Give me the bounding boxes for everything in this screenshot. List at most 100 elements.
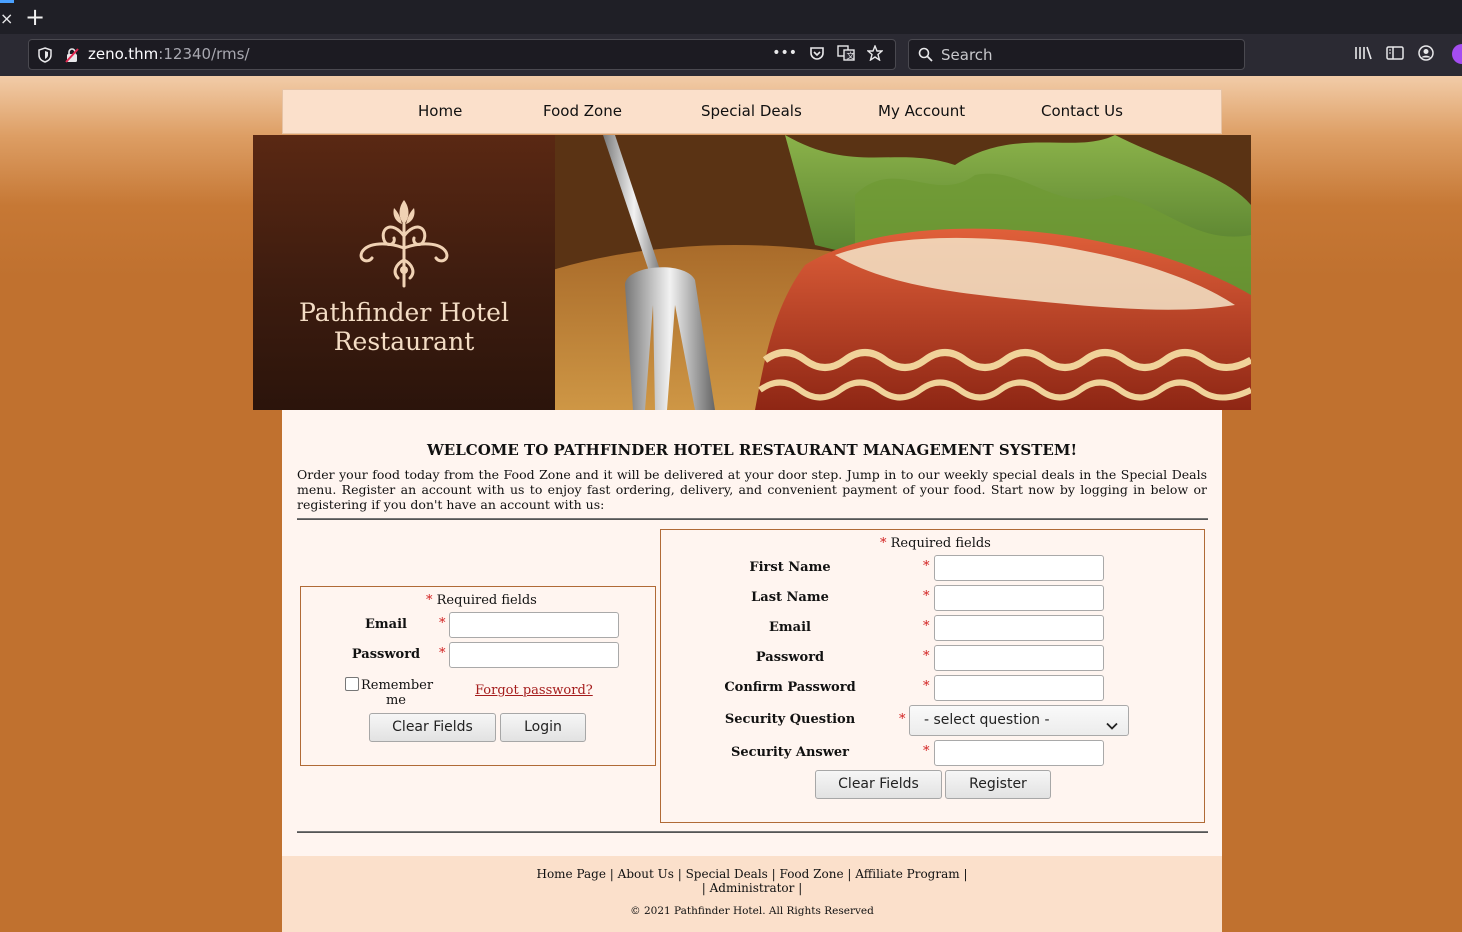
security-question-select[interactable]: - select question - xyxy=(909,705,1129,736)
login-email-label: Email xyxy=(365,617,407,632)
footer-link-administrator[interactable]: Administrator xyxy=(710,881,795,895)
last-name-star: * xyxy=(923,589,930,604)
confirm-password-star: * xyxy=(923,679,930,694)
bookmark-star-icon[interactable] xyxy=(866,44,884,65)
login-required-note: * Required fields xyxy=(426,593,537,608)
remember-me-checkbox[interactable] xyxy=(345,677,359,691)
first-name-input[interactable] xyxy=(934,555,1104,581)
register-required-note: * Required fields xyxy=(880,536,991,551)
footer-link-about-us[interactable]: About Us xyxy=(618,867,674,881)
footer-links: Home Page | About Us | Special Deals | F… xyxy=(282,867,1222,895)
brand-panel: Pathfinder Hotel Restaurant xyxy=(253,135,555,410)
url-path: :12340/rms/ xyxy=(158,45,250,63)
remember-me-label: Remember me xyxy=(361,678,434,708)
forgot-password-link[interactable]: Forgot password? xyxy=(475,683,593,698)
security-answer-label: Security Answer xyxy=(730,745,850,760)
security-question-value: - select question - xyxy=(924,712,1050,728)
security-answer-star: * xyxy=(923,744,930,759)
login-password-star: * xyxy=(439,646,446,661)
tracking-shield-icon[interactable] xyxy=(38,47,52,67)
sidebar-toggle-icon[interactable] xyxy=(1386,45,1404,65)
footer-separator: | xyxy=(701,881,706,895)
footer-separator: | xyxy=(963,867,968,881)
divider-top xyxy=(297,518,1208,520)
translate-icon[interactable]: 文 xyxy=(837,45,855,65)
login-clear-fields-button[interactable]: Clear Fields xyxy=(369,713,496,742)
library-icon[interactable] xyxy=(1354,45,1372,65)
lasagna-photo xyxy=(555,135,1251,410)
footer-separator: | xyxy=(771,867,776,881)
address-bar[interactable]: zeno.thm:12340/rms/ ••• 文 xyxy=(28,39,896,70)
register-form: * Required fields First Name * Last Name… xyxy=(660,529,1205,823)
extension-icon[interactable] xyxy=(1452,44,1462,64)
brand-name-line1: Pathfinder Hotel xyxy=(299,298,509,327)
confirm-password-input[interactable] xyxy=(934,675,1104,701)
login-required-text: Required fields xyxy=(436,593,537,608)
login-password-label: Password xyxy=(351,647,421,662)
toolbar-icons xyxy=(1354,45,1434,65)
url-host: zeno.thm xyxy=(88,45,159,63)
site-nav: Home Food Zone Special Deals My Account … xyxy=(282,89,1222,134)
browser-toolbar: zeno.thm:12340/rms/ ••• 文 xyxy=(0,34,1462,76)
footer-link-food-zone[interactable]: Food Zone xyxy=(780,867,844,881)
footer-separator: | xyxy=(847,867,852,881)
account-icon[interactable] xyxy=(1418,45,1434,65)
register-password-label: Password xyxy=(755,650,825,665)
new-tab-button[interactable]: + xyxy=(25,3,45,31)
login-email-input[interactable] xyxy=(449,612,619,638)
register-clear-fields-button[interactable]: Clear Fields xyxy=(815,770,942,799)
login-password-input[interactable] xyxy=(449,642,619,668)
first-name-label: First Name xyxy=(749,560,831,575)
browser-tab-bar: × + xyxy=(0,0,1462,34)
required-star: * xyxy=(426,593,433,608)
pocket-icon[interactable] xyxy=(809,45,825,65)
search-input[interactable] xyxy=(939,43,1233,67)
last-name-label: Last Name xyxy=(751,590,829,605)
url-actions: ••• 文 xyxy=(772,44,884,65)
register-password-star: * xyxy=(923,649,930,664)
footer-separator: | xyxy=(609,867,614,881)
svg-text:文: 文 xyxy=(847,51,855,61)
search-icon xyxy=(918,47,933,66)
register-email-star: * xyxy=(923,619,930,634)
divider-bottom xyxy=(297,831,1208,833)
brand-name: Pathfinder Hotel Restaurant xyxy=(253,298,555,356)
footer-link-special-deals[interactable]: Special Deals xyxy=(686,867,768,881)
intro-text: Order your food today from the Food Zone… xyxy=(297,467,1207,512)
first-name-star: * xyxy=(923,559,930,574)
register-password-input[interactable] xyxy=(934,645,1104,671)
footer-separator: | xyxy=(798,881,803,895)
last-name-input[interactable] xyxy=(934,585,1104,611)
login-email-star: * xyxy=(439,616,446,631)
login-form: * Required fields Email * Password * Rem… xyxy=(300,586,656,766)
close-tab-icon[interactable]: × xyxy=(0,9,13,28)
welcome-heading: WELCOME TO PATHFINDER HOTEL RESTAURANT M… xyxy=(426,441,1078,459)
nav-my-account[interactable]: My Account xyxy=(878,102,965,120)
nav-home[interactable]: Home xyxy=(418,102,462,120)
site-footer: Home Page | About Us | Special Deals | F… xyxy=(282,856,1222,932)
nav-special-deals[interactable]: Special Deals xyxy=(701,102,802,120)
nav-food-zone[interactable]: Food Zone xyxy=(543,102,622,120)
nav-contact-us[interactable]: Contact Us xyxy=(1041,102,1123,120)
footer-separator: | xyxy=(677,867,682,881)
brand-name-line2: Restaurant xyxy=(333,327,475,356)
insecure-lock-icon[interactable] xyxy=(65,47,79,67)
security-question-label: Security Question xyxy=(724,712,856,727)
security-answer-input[interactable] xyxy=(934,740,1104,766)
register-button[interactable]: Register xyxy=(945,770,1051,799)
footer-link-affiliate-program[interactable]: Affiliate Program xyxy=(855,867,959,881)
copyright: © 2021 Pathfinder Hotel. All Rights Rese… xyxy=(630,905,874,917)
required-star: * xyxy=(880,536,887,551)
register-email-label: Email xyxy=(769,620,811,635)
security-question-star: * xyxy=(899,712,906,727)
browser-search-bar[interactable] xyxy=(908,39,1245,70)
fleur-ornament-icon xyxy=(354,198,454,294)
register-email-input[interactable] xyxy=(934,615,1104,641)
footer-link-home-page[interactable]: Home Page xyxy=(536,867,605,881)
register-required-text: Required fields xyxy=(890,536,991,551)
login-button[interactable]: Login xyxy=(500,713,586,742)
main-content: WELCOME TO PATHFINDER HOTEL RESTAURANT M… xyxy=(282,410,1222,856)
site-header: Pathfinder Hotel Restaurant xyxy=(253,135,1251,410)
url-text[interactable]: zeno.thm:12340/rms/ xyxy=(88,45,250,63)
page-actions-icon[interactable]: ••• xyxy=(772,45,797,65)
